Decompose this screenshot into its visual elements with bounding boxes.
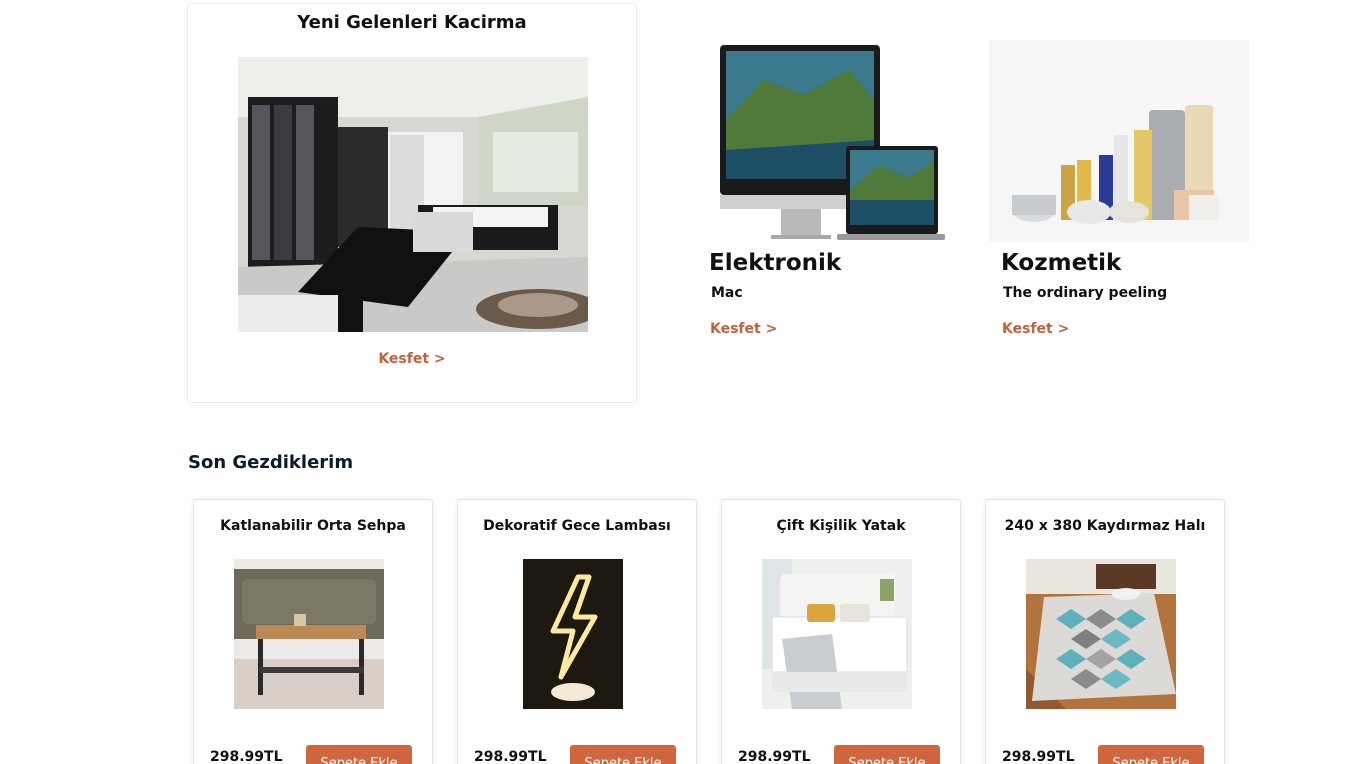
product-card: Dekoratif Gece Lambası 298.99TL Sepete E… — [457, 499, 697, 764]
product-price: 298.99TL — [210, 749, 283, 764]
product-price: 298.99TL — [738, 749, 811, 764]
product-price: 298.99TL — [474, 749, 547, 764]
promo-subtitle: Mac — [711, 285, 743, 301]
featured-title: Yeni Gelenleri Kacirma — [297, 12, 527, 33]
add-to-cart-button[interactable]: Sepete Ekle — [834, 745, 940, 764]
bed-image[interactable] — [762, 559, 912, 709]
product-name[interactable]: Dekoratif Gece Lambası — [458, 518, 696, 534]
bedroom-image[interactable] — [238, 57, 588, 332]
product-name[interactable]: 240 x 380 Kaydırmaz Halı — [986, 518, 1224, 534]
mac-image[interactable] — [709, 40, 971, 242]
product-card: Katlanabilir Orta Sehpa 298.99TL Sepete … — [193, 499, 433, 764]
promo-explore-link[interactable]: Kesfet > — [710, 321, 777, 337]
featured-explore-link[interactable]: Kesfet > — [188, 351, 636, 367]
product-name[interactable]: Çift Kişilik Yatak — [722, 518, 960, 534]
product-price: 298.99TL — [1002, 749, 1075, 764]
promo-explore-link[interactable]: Kesfet > — [1002, 321, 1069, 337]
add-to-cart-button[interactable]: Sepete Ekle — [306, 745, 412, 764]
promo-title: Elektronik — [709, 250, 842, 276]
product-card: Çift Kişilik Yatak 298.99TL Sepete Ekle — [721, 499, 961, 764]
coffee-table-image[interactable] — [234, 559, 384, 709]
add-to-cart-button[interactable]: Sepete Ekle — [1098, 745, 1204, 764]
cosmetics-image[interactable] — [989, 40, 1249, 242]
product-card: 240 x 380 Kaydırmaz Halı 298.99TL Sepete… — [985, 499, 1225, 764]
promo-subtitle: The ordinary peeling — [1003, 285, 1168, 301]
neon-lamp-image[interactable] — [523, 559, 623, 709]
product-name[interactable]: Katlanabilir Orta Sehpa — [194, 518, 432, 534]
rug-image[interactable] — [1026, 559, 1176, 709]
add-to-cart-button[interactable]: Sepete Ekle — [570, 745, 676, 764]
promo-title: Kozmetik — [1001, 250, 1122, 276]
featured-new-arrivals-card: Yeni Gelenleri Kacirma Kesfet > — [187, 3, 637, 403]
recently-viewed-title: Son Gezdiklerim — [188, 452, 354, 473]
